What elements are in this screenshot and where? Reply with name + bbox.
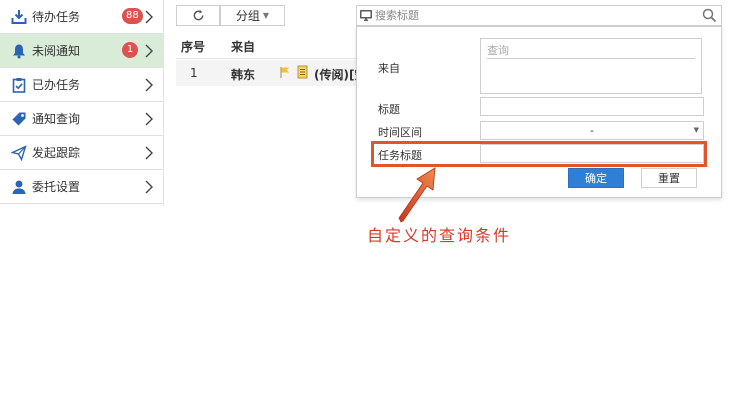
sidebar-item-label: 已办任务 <box>32 78 81 92</box>
group-dropdown-button[interactable]: 分组 ▼ <box>220 5 285 26</box>
clipboard-check-icon <box>10 76 28 94</box>
table-header: 序号 来自 <box>176 33 356 59</box>
refresh-icon <box>193 9 203 21</box>
from-query-box[interactable] <box>480 38 702 94</box>
tag-icon <box>10 110 28 128</box>
row-index: 1 <box>190 66 198 80</box>
title-input[interactable] <box>480 97 704 116</box>
chevron-right-icon <box>145 78 153 92</box>
caret-down-icon: ▼ <box>693 126 699 134</box>
confirm-button[interactable]: 确定 <box>568 168 624 188</box>
monitor-icon <box>360 10 372 21</box>
title-label: 标题 <box>378 103 400 116</box>
caret-down-icon: ▼ <box>262 11 270 20</box>
sidebar: 待办任务 88 未阅通知 1 已办任务 通知查询 发起跟踪 委托设置 <box>0 0 164 206</box>
chevron-right-icon <box>145 10 153 24</box>
sidebar-item-delegation-settings[interactable]: 委托设置 <box>0 170 163 204</box>
document-icon <box>297 65 308 79</box>
column-header-index: 序号 <box>181 40 206 54</box>
chevron-right-icon <box>145 44 153 58</box>
column-header-from: 来自 <box>231 40 256 54</box>
sidebar-item-label: 发起跟踪 <box>32 146 81 160</box>
chevron-right-icon <box>145 112 153 126</box>
time-range-value: - <box>590 124 594 137</box>
chevron-right-icon <box>145 180 153 194</box>
bell-icon <box>10 42 28 60</box>
task-title-input[interactable] <box>480 144 704 163</box>
sidebar-item-label: 委托设置 <box>32 180 81 194</box>
from-query-input[interactable] <box>487 43 695 59</box>
sidebar-item-label: 未阅通知 <box>32 44 81 58</box>
reset-button[interactable]: 重置 <box>641 168 697 188</box>
task-title-label: 任务标题 <box>378 149 422 162</box>
group-label: 分组 <box>235 9 260 23</box>
sidebar-item-label: 通知查询 <box>32 112 81 126</box>
table-row[interactable]: 1 韩东 (传阅)[空 <box>176 60 366 86</box>
paper-plane-icon <box>10 144 28 162</box>
sidebar-item-unread-notices[interactable]: 未阅通知 1 <box>0 34 163 68</box>
download-tray-icon <box>10 8 28 26</box>
pending-count-badge: 88 <box>122 8 143 24</box>
sidebar-item-label: 待办任务 <box>32 10 81 24</box>
flag-icon[interactable] <box>279 66 291 79</box>
from-label: 来自 <box>378 62 400 75</box>
refresh-button[interactable] <box>176 5 220 26</box>
chevron-right-icon <box>145 146 153 160</box>
search-icon[interactable] <box>702 8 717 23</box>
annotation-label: 自定义的查询条件 <box>367 226 512 245</box>
sidebar-item-initiated-tracking[interactable]: 发起跟踪 <box>0 136 163 170</box>
sidebar-item-done-tasks[interactable]: 已办任务 <box>0 68 163 102</box>
time-range-select[interactable]: - ▼ <box>480 121 704 140</box>
annotation-arrow-icon <box>398 167 436 223</box>
user-icon <box>10 178 28 196</box>
sidebar-item-notice-query[interactable]: 通知查询 <box>0 102 163 136</box>
sidebar-item-pending-tasks[interactable]: 待办任务 88 <box>0 0 163 34</box>
search-input[interactable] <box>375 7 695 24</box>
search-bar <box>356 5 722 26</box>
row-from: 韩东 <box>231 68 256 82</box>
unread-count-badge: 1 <box>122 42 138 58</box>
time-range-label: 时间区间 <box>378 126 422 139</box>
